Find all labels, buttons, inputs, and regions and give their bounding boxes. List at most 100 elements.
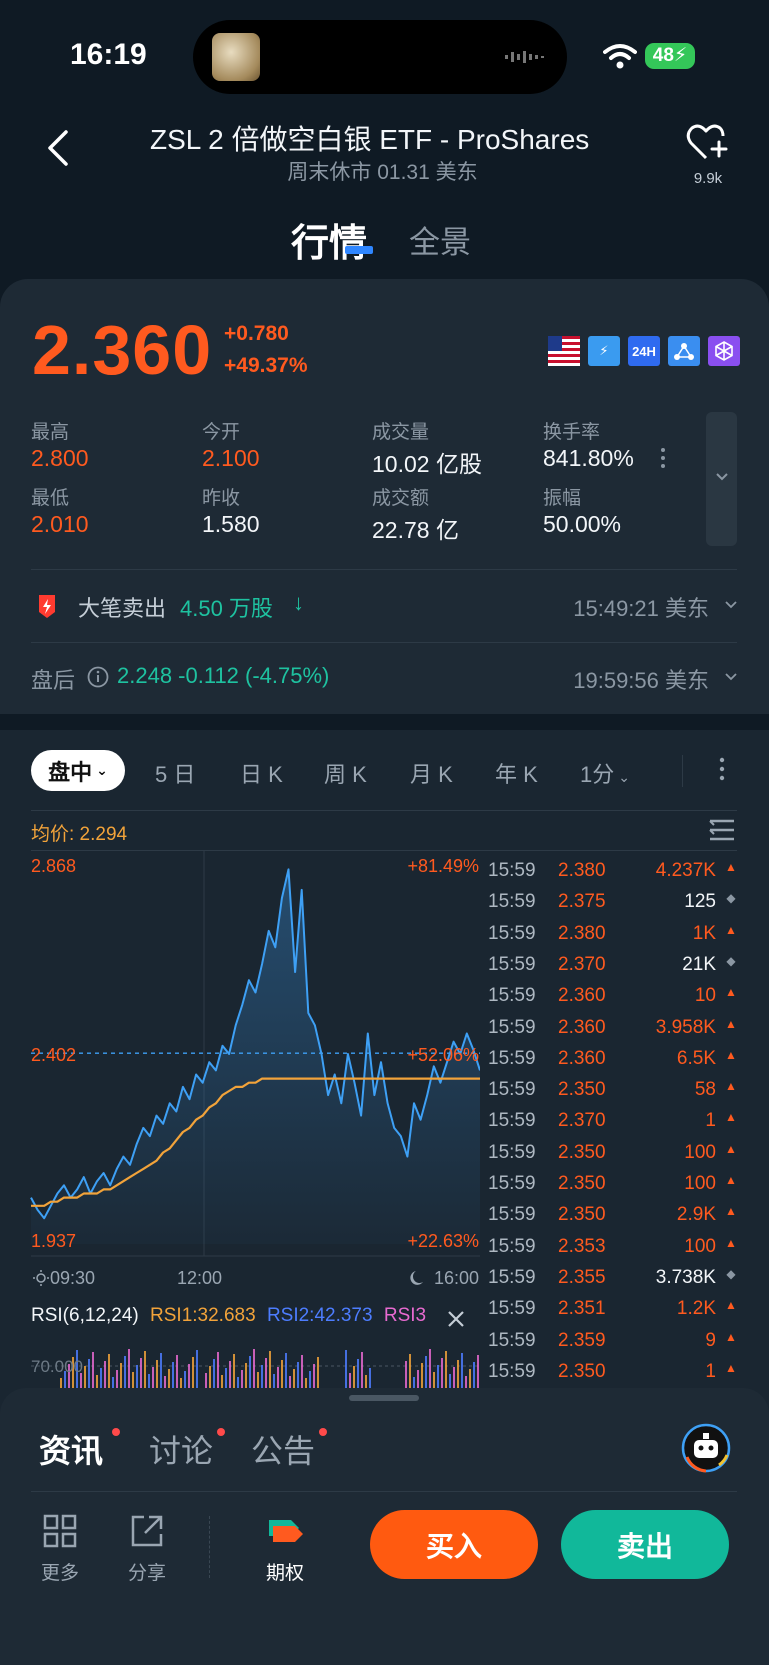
interval-selector[interactable]: 1分 ⌄ [580,757,630,789]
rsi-bar [273,1374,275,1388]
stat-label: 成交额 [372,488,430,509]
down-arrow-icon: ↓ [293,590,304,615]
y-axis-max-label: 2.868 [31,856,76,876]
trade-row: 15:59 2.375 125 ◆ [488,891,738,922]
sell-button[interactable]: 卖出 [561,1510,729,1579]
trade-time: 15:59 [488,891,536,913]
rsi-bar [152,1367,154,1388]
trade-time: 15:59 [488,1235,536,1257]
rsi-bar [409,1354,411,1388]
rsi-bar [148,1374,150,1388]
rsi-bar [209,1366,211,1388]
rsi-bar [100,1368,102,1388]
tab-announcement[interactable]: 公告 [251,1426,315,1472]
rsi-bar [88,1359,90,1388]
trade-time: 15:59 [488,860,536,881]
info-icon[interactable] [87,666,109,688]
tab-intraday[interactable]: 盘中 ⌄ [31,750,125,791]
stat-value: 2.010 [31,511,89,537]
tab-yearly-k[interactable]: 年 K [495,757,538,789]
rsi-bar [289,1376,291,1388]
rsi-bar [405,1361,407,1388]
list-icon[interactable] [708,818,736,842]
tab-quote[interactable]: 行情 [291,212,367,267]
stats-expand-button[interactable] [706,412,737,546]
share-button[interactable]: 分享 [112,1514,182,1585]
more-vertical-icon[interactable] [659,447,667,469]
stat-value: 2.800 [31,445,89,471]
rsi-bar [301,1355,303,1388]
favorite-count: 9.9k [693,170,723,187]
trade-price: 2.350 [558,1204,606,1226]
more-button[interactable]: 更多 [25,1514,95,1585]
sheet-grabber[interactable] [349,1395,419,1401]
options-button[interactable]: 期权 [250,1514,320,1585]
tab-monthly-k[interactable]: 月 K [410,757,453,789]
big-order-amount: 4.50 万股 [180,596,273,621]
rsi-bar [453,1367,455,1388]
trade-price: 2.380 [558,860,606,881]
trade-price: 2.360 [558,1016,606,1038]
trade-time: 15:59 [488,1298,536,1320]
buy-button[interactable]: 买入 [370,1510,538,1579]
stat-label: 今开 [202,422,241,443]
intraday-chart[interactable]: 2.868 +81.49% 2.402 +52.06% 1.937 +22.63… [0,850,480,1290]
up-triangle-icon: ▲ [725,860,737,874]
trade-time: 15:59 [488,922,536,944]
up-triangle-icon: ▲ [725,1173,737,1187]
rsi-bar [60,1378,62,1388]
stat-label: 最高 [31,422,70,443]
options-cube-icon[interactable] [708,336,740,366]
y-axis-min-pct-label: +22.63% [407,1231,479,1251]
up-triangle-icon: ▲ [725,1141,737,1156]
tab-daily-k[interactable]: 日 K [240,757,283,789]
tab-overview[interactable]: 全景 [409,217,471,262]
trade-volume: 3.958K [655,1016,716,1038]
rsi-chart[interactable]: 70.000 [0,1336,480,1388]
after-hours-time: 19:59:56 美东 [573,668,709,693]
trade-row: 15:59 2.360 10 ▲ [488,985,738,1016]
market-status: 周末休市 01.31 美东 [287,161,478,184]
rsi-bar [353,1366,355,1388]
lightning-icon[interactable]: ⚡ [588,336,620,366]
stat-label: 振幅 [543,488,582,509]
y-axis-ref-pct-label: +52.06% [407,1045,479,1065]
trade-price: 2.353 [558,1235,606,1257]
ai-assistant-icon[interactable] [681,1423,731,1473]
price-change-pct: +49.37% [224,354,308,377]
rsi-bar [269,1351,271,1388]
network-icon[interactable] [668,336,700,366]
rsi-bar [313,1364,315,1388]
after-hours-row[interactable]: 盘后 2.248 -0.112 (-4.75%) 19:59:56 美东 [31,662,737,694]
rsi-bar [369,1368,371,1388]
rsi-bar [192,1357,194,1388]
24h-trading-badge[interactable]: 24H [628,336,660,366]
tab-5day[interactable]: 5 日 [155,757,195,789]
rsi1-value: RSI1:32.683 [150,1305,256,1326]
up-triangle-icon: ▲ [725,1047,737,1062]
chevron-down-icon [725,601,737,609]
trade-price: 2.351 [558,1298,606,1320]
big-order-row[interactable]: 大笔卖出 4.50 万股 ↓ 15:49:21 美东 [31,590,737,622]
favorite-add-icon[interactable] [686,122,730,162]
close-icon[interactable] [446,1309,466,1329]
back-arrow-icon[interactable] [44,128,74,168]
tab-news[interactable]: 资讯 [39,1426,103,1472]
trade-price: 2.370 [558,953,606,975]
rsi-bar [445,1351,447,1388]
us-flag-icon[interactable] [548,336,580,366]
up-triangle-icon: ▲ [725,1079,737,1094]
stat-label: 成交量 [372,422,430,443]
more-vertical-icon[interactable] [717,754,727,784]
rsi-bar [92,1352,94,1388]
tab-discussion[interactable]: 讨论 [149,1426,213,1472]
rsi-bar [104,1361,106,1388]
now-playing-artwork[interactable] [212,33,260,81]
alert-badge-icon [39,595,55,618]
trade-volume: 21K [682,953,716,975]
moon-icon [410,1271,423,1285]
tab-weekly-k[interactable]: 周 K [324,757,367,789]
rsi-bar [180,1378,182,1388]
rsi-bar [277,1367,279,1388]
up-triangle-icon: ▲ [725,1204,737,1219]
